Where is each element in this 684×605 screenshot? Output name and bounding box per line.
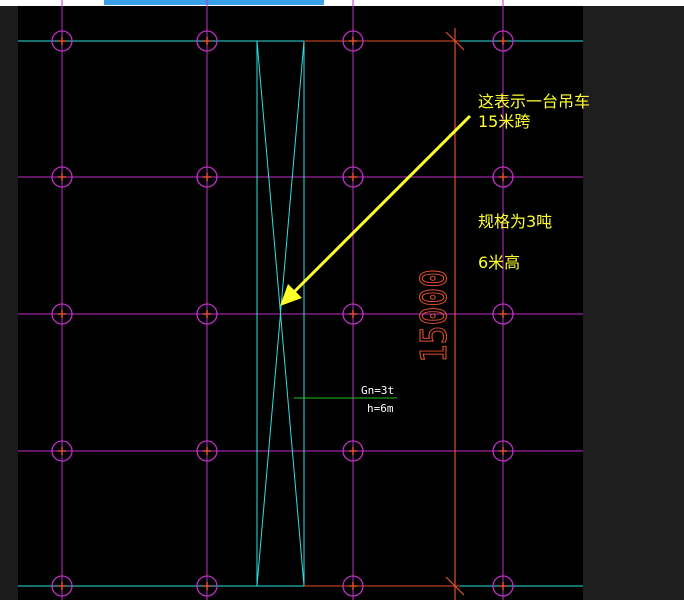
cad-drawing: 15000 Gn=3t h=6m <box>0 0 684 605</box>
annotation-span-text: 15米跨 <box>478 112 531 131</box>
dimension-value: 15000 <box>414 269 455 363</box>
top-edge <box>0 0 684 6</box>
left-margin <box>0 0 18 605</box>
annotation-height-text: 6米高 <box>478 253 521 272</box>
top-tab-highlight[interactable] <box>104 0 324 5</box>
annotation-crane-description: 这表示一台吊车 <box>478 92 591 111</box>
annotation-spec-text: 规格为3吨 <box>478 212 553 231</box>
crane-height-label: h=6m <box>367 402 394 415</box>
crane-capacity-label: Gn=3t <box>361 384 394 397</box>
bottom-edge <box>0 600 684 605</box>
cad-viewport[interactable]: 15000 Gn=3t h=6m 这表示一台吊车 15米跨 规格为3吨 6米高 <box>0 0 684 605</box>
drawing-canvas <box>18 0 583 605</box>
right-panel <box>583 0 684 605</box>
